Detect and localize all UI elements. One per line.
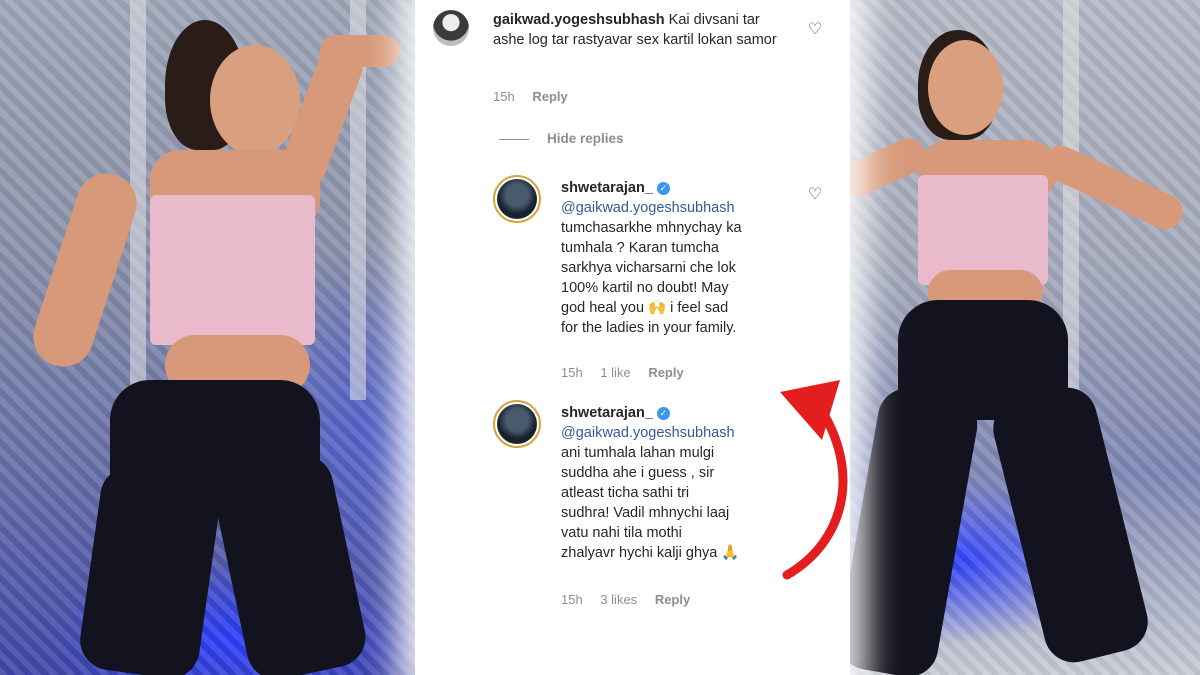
reply-line: tumhala ? Karan tumcha <box>561 240 719 256</box>
comment-text: gaikwad.yogeshsubhash Kai divsani tar as… <box>493 10 793 50</box>
reply-username[interactable]: shwetarajan_ <box>561 405 653 421</box>
reply-likes[interactable]: 3 likes <box>600 592 637 607</box>
reply-line: for the ladies in your family. <box>561 320 737 336</box>
reply-line: ani tumhala lahan mulgi <box>561 445 715 461</box>
verified-badge-icon: ✓ <box>656 407 670 420</box>
right-dance-photo <box>848 0 1200 675</box>
reply-button[interactable]: Reply <box>532 89 567 104</box>
reply-meta: 15h 1 like Reply <box>561 365 698 380</box>
dancer-figure <box>848 0 1200 675</box>
like-heart-icon[interactable]: ♡ <box>807 187 823 203</box>
reply-button[interactable]: Reply <box>648 365 683 380</box>
left-dance-photo <box>0 0 455 675</box>
reply-button[interactable]: Reply <box>655 592 690 607</box>
user-avatar[interactable] <box>493 400 541 448</box>
reply-username[interactable]: shwetarajan_ <box>561 180 653 196</box>
reply-meta: 15h 3 likes Reply <box>561 592 704 607</box>
reply-line: 100% kartil no doubt! May <box>561 280 729 296</box>
reply-line: suddha ahe i guess , sir <box>561 465 715 481</box>
reply-line: vatu nahi tila mothi <box>561 525 682 541</box>
user-avatar[interactable] <box>433 10 469 46</box>
instagram-comments-panel: gaikwad.yogeshsubhash Kai divsani tar as… <box>415 0 850 675</box>
user-avatar[interactable] <box>493 175 541 223</box>
reply-likes[interactable]: 1 like <box>600 365 630 380</box>
comment-meta: 15h Reply <box>493 89 582 104</box>
reply-mention[interactable]: @gaikwad.yogeshsubhash <box>561 423 791 443</box>
reply-timestamp: 15h <box>561 592 583 607</box>
reply-mention[interactable]: @gaikwad.yogeshsubhash <box>561 198 791 218</box>
reply-line: god heal you 🙌 i feel sad <box>561 300 729 316</box>
comment-username[interactable]: gaikwad.yogeshsubhash <box>493 12 665 28</box>
reply-line: zhalyavr hychi kalji ghya 🙏 <box>561 545 740 561</box>
reply-line: sudhra! Vadil mhnychi laaj <box>561 505 730 521</box>
reply-content: shwetarajan_ ✓ @gaikwad.yogeshsubhash tum… <box>561 178 791 338</box>
verified-badge-icon: ✓ <box>656 182 670 195</box>
comment-timestamp: 15h <box>493 89 515 104</box>
dancer-figure <box>0 0 455 675</box>
reply-line: atleast ticha sathi tri <box>561 485 690 501</box>
reply-content: shwetarajan_ ✓ @gaikwad.yogeshsubhash ani… <box>561 403 791 563</box>
reply-timestamp: 15h <box>561 365 583 380</box>
reply-line: sarkhya vicharsarni che lok <box>561 260 736 276</box>
like-heart-icon[interactable]: ♡ <box>807 22 823 38</box>
replies-divider <box>499 139 529 140</box>
hide-replies-button[interactable]: Hide replies <box>547 131 624 146</box>
reply-line: tumchasarkhe mhnychay ka <box>561 220 742 236</box>
